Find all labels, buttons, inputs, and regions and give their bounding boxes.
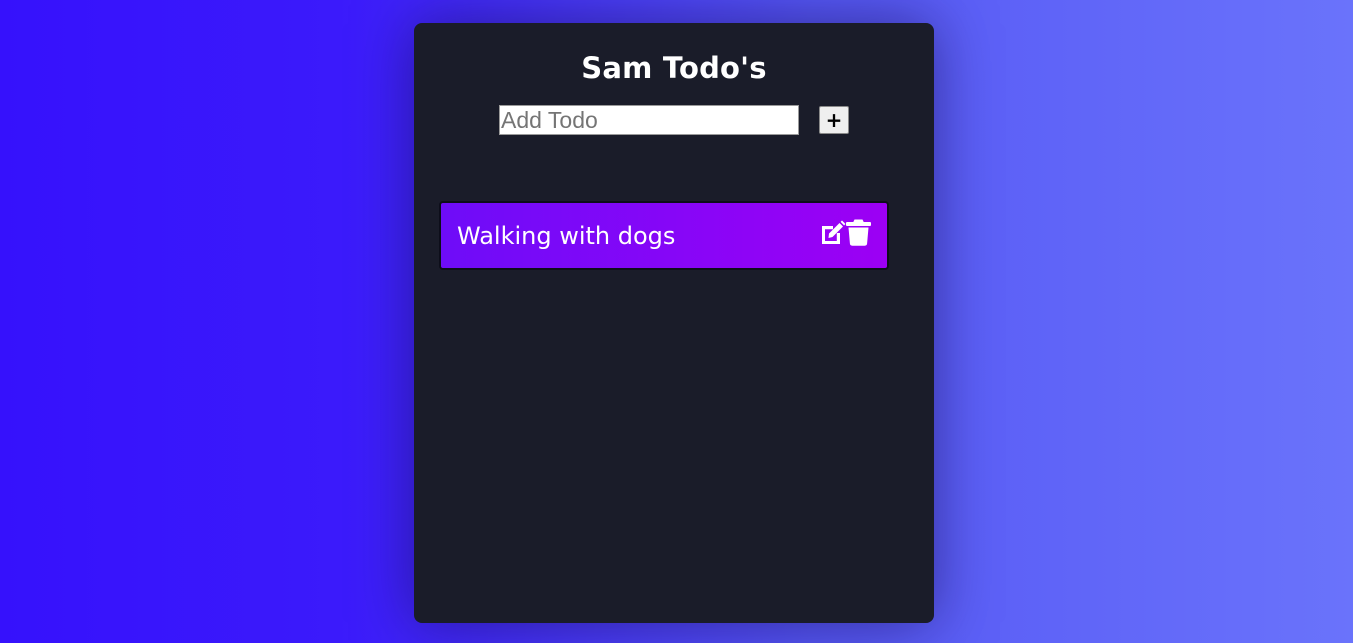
trash-icon[interactable] [846, 219, 871, 246]
add-todo-form: + [499, 105, 849, 135]
todo-app-card: Sam Todo's + Walking with dogs [414, 23, 934, 623]
add-todo-input[interactable] [499, 105, 799, 135]
todo-item: Walking with dogs [439, 201, 889, 270]
todo-list: Walking with dogs [439, 201, 889, 270]
add-todo-button[interactable]: + [819, 106, 849, 134]
todo-text: Walking with dogs [457, 221, 676, 250]
app-title: Sam Todo's [581, 51, 767, 85]
edit-icon[interactable] [819, 220, 846, 246]
todo-actions [819, 219, 871, 246]
